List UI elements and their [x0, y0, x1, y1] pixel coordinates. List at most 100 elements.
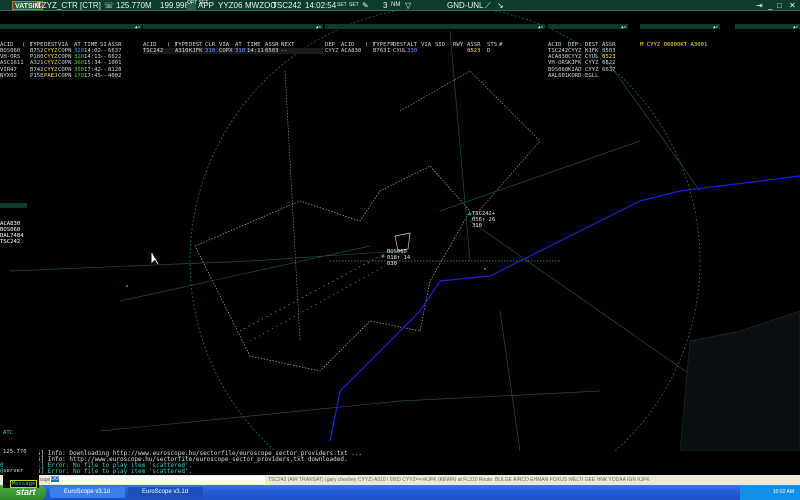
table-cell[interactable]: 310 [205, 48, 219, 54]
secondary-frequency[interactable]: 199.998 [160, 0, 189, 11]
maximize-icon[interactable]: □ [777, 0, 782, 11]
table-cell[interactable]: PAEJ [44, 73, 58, 79]
approach-centerline [249, 265, 386, 342]
taskbar-item[interactable]: EuroScope v3.1d [128, 487, 203, 498]
selected-aircraft[interactable]: TSC242 [272, 0, 301, 11]
primary-frequency[interactable]: 125.770 [116, 0, 145, 11]
table-cell[interactable]: 170 [74, 73, 84, 79]
right-list[interactable]: ▲✕ [735, 12, 800, 36]
arrival-list[interactable]: ▲✕ ACID( ) TYPE DEST VIA AT TIME SI ASSR BOS060 B… [0, 12, 142, 85]
message-button[interactable]: Message [9, 480, 38, 489]
clearance-list[interactable]: ▲✕ ACID( ) TYPE DEST CLR VIA AT TIME ASSR NEXT TS… [143, 12, 323, 60]
table-cell[interactable]: 330 [407, 48, 421, 54]
metar-titlebar[interactable]: ▲✕ [640, 24, 720, 30]
table-cell[interactable] [22, 73, 30, 79]
clock: 14:02:54 [305, 1, 337, 10]
table-cell[interactable]: KORD [568, 73, 585, 79]
disconnect-icon[interactable]: ⇥ [756, 0, 763, 11]
altitude-filter[interactable]: GND-UNL [447, 0, 483, 11]
table-cell[interactable]: 14:11 [247, 48, 265, 54]
table-cell[interactable]: 310 [235, 48, 247, 54]
table-cell[interactable] [435, 48, 453, 54]
arrival-list-titlebar[interactable]: ▲✕ [0, 24, 142, 30]
close-icon[interactable]: ✕ [789, 0, 796, 11]
callsign-display[interactable]: CZYZ_CTR [CTR] [36, 0, 101, 11]
table-cell[interactable]: COPN [58, 73, 74, 79]
table-cell[interactable]: CYYZ [325, 48, 341, 54]
airspace-boundary [284, 70, 560, 342]
system-tray: 10:02 AM [740, 485, 800, 500]
opt-set-button[interactable]: OPT SET [187, 1, 208, 10]
taskbar-item[interactable]: EuroScope v3.1d [50, 487, 125, 498]
table-cell[interactable]: B763 [373, 48, 387, 54]
table-cell[interactable] [365, 48, 373, 54]
fp-list-titlebar[interactable]: ▲✕ [548, 24, 628, 30]
clearance-list-titlebar[interactable]: ▲✕ [143, 24, 323, 30]
close-icon[interactable]: ▲✕ [538, 24, 543, 29]
mouse-cursor-icon [151, 253, 159, 265]
table-cell[interactable]: P15E [30, 73, 44, 79]
table-cell[interactable] [602, 73, 619, 79]
table-cell[interactable] [421, 48, 435, 54]
close-icon[interactable]: ▲✕ [621, 24, 626, 29]
table-row[interactable]: TSC242 A310 KJFK 310 COPX 310 14:11 0503 -- [143, 48, 323, 55]
metar-text: M CYYZ 06000KT A3001 [640, 41, 708, 48]
close-icon[interactable]: ▲✕ [713, 24, 718, 29]
table-cell[interactable] [453, 48, 467, 54]
atc-frequency: 125.770 [3, 449, 27, 456]
right-list-titlebar[interactable]: ▲✕ [735, 24, 800, 30]
aircraft-label-bos060[interactable]: BOS060 018↑ 14 030 [387, 249, 410, 267]
position-type[interactable]: APP [198, 0, 214, 11]
table-row[interactable]: AAL601 KORD EGLL [548, 73, 628, 79]
table-cell[interactable]: -- [281, 48, 291, 54]
atc-label: ATC [3, 430, 14, 437]
airport-runway[interactable]: YYZ06 [218, 0, 242, 11]
server-label: server [3, 467, 24, 474]
table-cell[interactable]: COPX [219, 48, 235, 54]
side-list-titlebar[interactable] [0, 203, 27, 209]
atc-info: ATC 125.770 server Message [3, 418, 40, 489]
filter-icon[interactable]: ▽ [405, 0, 411, 11]
list-item[interactable]: TSC242 [0, 239, 30, 245]
mode-indicator[interactable]: M [145, 0, 152, 11]
close-icon[interactable]: ▲✕ [135, 24, 140, 29]
table-cell[interactable]: NYX02 [0, 73, 22, 79]
table-cell[interactable] [167, 48, 175, 54]
aircraft-target [381, 254, 385, 258]
range-unit: NM [391, 2, 401, 8]
draw-icon[interactable]: ⟋ [485, 0, 491, 11]
table-cell[interactable]: 4002 [108, 73, 124, 79]
table-cell[interactable]: 0523 [467, 48, 487, 54]
table-cell[interactable]: AAL601 [548, 73, 568, 79]
table-cell[interactable]: CYUL [393, 48, 407, 54]
departure-list-titlebar[interactable]: ▲✕ [325, 24, 545, 30]
table-row[interactable]: NYX02 P15E PAEJ COPN 170 17:45 -- 4002 [0, 73, 142, 79]
table-cell[interactable]: D [487, 48, 499, 54]
route-icon[interactable]: ↘ [497, 0, 504, 11]
table-cell[interactable]: TSC242 [143, 48, 167, 54]
minimize-icon[interactable]: _ [768, 0, 772, 11]
metar-list[interactable]: ▲✕ M CYYZ 06000KT A3001 [640, 12, 720, 54]
flightplan-list[interactable]: ▲✕ ACID DEP DEST ASSR TSC242 CYYZ KJFK 0503 ACA8… [548, 12, 628, 85]
quick-set-button[interactable]: SET [349, 0, 359, 11]
side-list[interactable]: ACA830 BOS060 DAL7484 TSC242 [0, 191, 30, 252]
table-cell[interactable] [499, 48, 505, 54]
close-icon[interactable]: ▲✕ [316, 24, 321, 29]
show-set-button[interactable]: SET [337, 0, 347, 11]
table-cell[interactable]: 17:45 [84, 73, 101, 79]
table-cell[interactable]: ACA830 [341, 48, 365, 54]
aircraft-label-tsc242[interactable]: TSC242+ 056↑ 26 310 [472, 211, 495, 229]
fix-symbol [126, 285, 128, 287]
departure-list[interactable]: ▲✕ DEP ACID( ) TYPE FR DEST ALT VIA SID RWY ASSR S… [325, 12, 545, 60]
table-cell[interactable]: EGLL [585, 73, 602, 79]
ruler-icon[interactable]: ✎ [362, 0, 369, 11]
range-value[interactable]: 3 [383, 0, 387, 11]
table-cell[interactable]: 0503 [265, 48, 281, 54]
connect-icon[interactable]: ☏ [104, 0, 114, 11]
command-input[interactable]: OO [50, 476, 265, 484]
table-cell[interactable]: KJFK [189, 48, 205, 54]
table-cell[interactable]: A310 [175, 48, 189, 54]
table-row[interactable]: CYYZ ACA830 B763 I CYUL 330 0523 D [325, 48, 545, 54]
table-cell[interactable]: -- [100, 73, 108, 79]
close-icon[interactable]: ▲✕ [793, 24, 798, 29]
